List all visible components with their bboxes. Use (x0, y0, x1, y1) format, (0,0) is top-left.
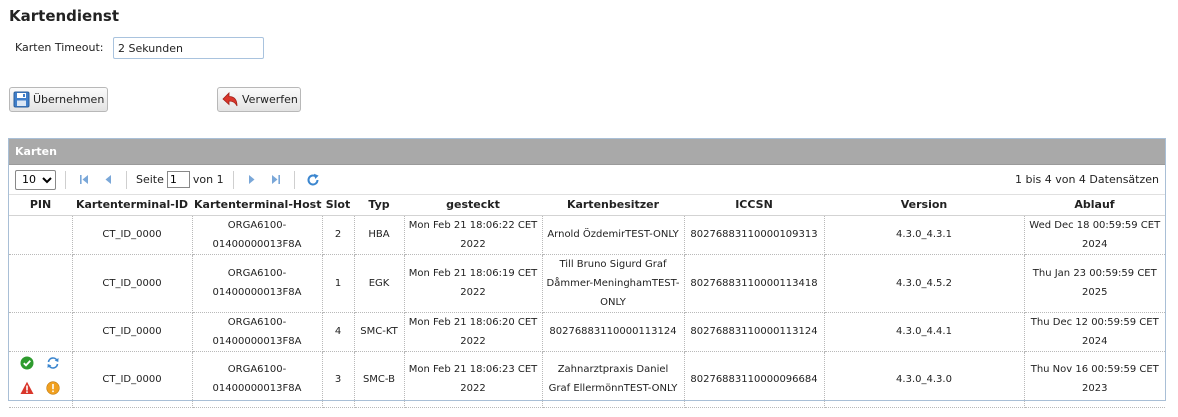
iccsn-cell: 80276883110000113124 (683, 312, 825, 352)
iccsn-cell: 80276883110000109313 (683, 215, 825, 255)
page-count-label: von 1 (192, 173, 224, 186)
cards-panel: Karten 10 Seite von 1 1 bis 4 von (8, 138, 1166, 408)
column-header-pin[interactable]: PIN (9, 195, 72, 216)
sync-icon[interactable] (45, 356, 61, 377)
column-header-terminal-id[interactable]: Kartenterminal-ID (72, 195, 192, 216)
toolbar-divider (65, 170, 66, 189)
version-cell: 4.3.0_4.3.0 (823, 351, 1025, 408)
exclamation-circle-icon[interactable] (45, 381, 61, 402)
save-button[interactable]: Übernehmen (9, 87, 108, 112)
undo-arrow-icon (221, 91, 239, 109)
terminal-id-cell: CT_ID_0000 (71, 351, 193, 408)
slot-cell: 4 (321, 312, 355, 352)
iccsn-cell: 80276883110000113418 (683, 254, 825, 313)
terminal-id-cell: CT_ID_0000 (71, 215, 193, 255)
kartenbesitzer-cell: Zahnarztpraxis Daniel Graf EllermönnTEST… (541, 351, 685, 408)
table-row[interactable]: CT_ID_0000 ORGA6100-01400000013F8A 3 SMC… (9, 351, 1165, 408)
records-count: 1 bis 4 von 4 Datensätzen (1014, 173, 1159, 186)
ablauf-cell: Wed Dec 18 00:59:59 CET 2024 (1023, 215, 1165, 255)
iccsn-cell: 80276883110000096684 (683, 351, 825, 408)
column-header-version[interactable]: Version (824, 195, 1024, 216)
ablauf-cell: Thu Dec 12 00:59:59 CET 2024 (1023, 312, 1165, 352)
pin-cell (9, 254, 73, 313)
pin-cell (9, 351, 73, 408)
slot-cell: 2 (321, 215, 355, 255)
toolbar-divider (126, 170, 127, 189)
column-header-typ[interactable]: Typ (354, 195, 404, 216)
green-check-icon[interactable] (19, 356, 35, 377)
column-header-gesteckt[interactable]: gesteckt (404, 195, 542, 216)
panel-title: Karten (9, 139, 1165, 165)
timeout-label: Karten Timeout: (15, 41, 104, 54)
typ-cell: SMC-B (353, 351, 405, 408)
kartenbesitzer-cell: Till Bruno Sigurd Graf Dåmmer-MeninghamT… (541, 254, 685, 313)
gesteckt-cell: Mon Feb 21 18:06:19 CET 2022 (403, 254, 543, 313)
terminal-host-cell: ORGA6100-01400000013F8A (191, 312, 323, 352)
floppy-disk-icon (13, 91, 30, 108)
gesteckt-cell: Mon Feb 21 18:06:20 CET 2022 (403, 312, 543, 352)
typ-cell: HBA (353, 215, 405, 255)
column-header-slot[interactable]: Slot (322, 195, 354, 216)
table-row[interactable]: CT_ID_0000 ORGA6100-01400000013F8A 2 HBA… (9, 215, 1165, 255)
version-cell: 4.3.0_4.4.1 (823, 312, 1025, 352)
page-size-select[interactable]: 10 (15, 169, 56, 190)
kartenbesitzer-cell: Arnold ÖzdemirTEST-ONLY (541, 215, 685, 255)
cards-table: PIN Kartenterminal-ID Kartenterminal-Hos… (9, 195, 1165, 408)
refresh-icon[interactable] (304, 171, 322, 189)
save-button-label: Übernehmen (33, 93, 105, 106)
pin-cell (9, 215, 73, 255)
terminal-id-cell: CT_ID_0000 (71, 254, 193, 313)
toolbar-divider (232, 170, 234, 189)
slot-cell: 1 (321, 254, 355, 313)
kartenbesitzer-cell: 80276883110000113124 (541, 312, 685, 352)
version-cell: 4.3.0_4.5.2 (823, 254, 1025, 313)
terminal-host-cell: ORGA6100-01400000013F8A (191, 215, 323, 255)
slot-cell: 3 (321, 351, 355, 408)
prev-page-icon[interactable] (99, 171, 117, 189)
column-header-kartenbesitzer[interactable]: Kartenbesitzer (542, 195, 684, 216)
column-header-ablauf[interactable]: Ablauf (1024, 195, 1165, 216)
next-page-icon[interactable] (243, 171, 261, 189)
column-header-iccsn[interactable]: ICCSN (684, 195, 824, 216)
first-page-icon[interactable] (75, 171, 93, 189)
page-number-input[interactable] (166, 171, 190, 188)
discard-button-label: Verwerfen (242, 93, 298, 106)
toolbar-divider (293, 170, 295, 189)
typ-cell: SMC-KT (353, 312, 405, 352)
column-header-terminal-host[interactable]: Kartenterminal-Host (192, 195, 322, 216)
terminal-id-cell: CT_ID_0000 (71, 312, 193, 352)
gesteckt-cell: Mon Feb 21 18:06:22 CET 2022 (403, 215, 543, 255)
terminal-host-cell: ORGA6100-01400000013F8A (191, 254, 323, 313)
page-title: Kartendienst (9, 7, 119, 25)
version-cell: 4.3.0_4.3.1 (823, 215, 1025, 255)
pager-toolbar: 10 Seite von 1 1 bis 4 von 4 Datensätzen (9, 165, 1165, 195)
gesteckt-cell: Mon Feb 21 18:06:23 CET 2022 (403, 351, 543, 408)
page-label: Seite (136, 173, 164, 186)
table-row[interactable]: CT_ID_0000 ORGA6100-01400000013F8A 4 SMC… (9, 312, 1165, 352)
ablauf-cell: Thu Nov 16 00:59:59 CET 2023 (1023, 351, 1165, 408)
terminal-host-cell: ORGA6100-01400000013F8A (191, 351, 323, 408)
table-header-row: PIN Kartenterminal-ID Kartenterminal-Hos… (9, 195, 1165, 216)
last-page-icon[interactable] (267, 171, 285, 189)
ablauf-cell: Thu Jan 23 00:59:59 CET 2025 (1023, 254, 1165, 313)
typ-cell: EGK (353, 254, 405, 313)
timeout-input[interactable] (113, 37, 264, 59)
pin-cell (9, 312, 73, 352)
discard-button[interactable]: Verwerfen (217, 87, 301, 112)
warning-triangle-icon[interactable] (19, 381, 35, 402)
table-row[interactable]: CT_ID_0000 ORGA6100-01400000013F8A 1 EGK… (9, 254, 1165, 313)
